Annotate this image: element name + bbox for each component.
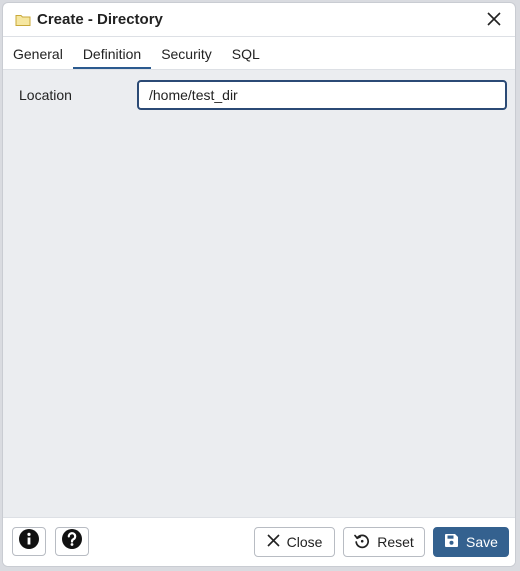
help-button[interactable]: [55, 527, 89, 556]
location-input[interactable]: [137, 80, 507, 110]
tab-general[interactable]: General: [3, 39, 73, 69]
definition-panel: Location: [3, 70, 515, 518]
create-directory-dialog: Create - Directory General Definition Se…: [2, 2, 516, 567]
dialog-titlebar: Create - Directory: [3, 3, 515, 37]
tab-sql[interactable]: SQL: [222, 39, 270, 69]
close-button-label: Close: [286, 534, 323, 550]
save-icon: [444, 533, 459, 551]
save-button-label: Save: [466, 534, 498, 550]
close-icon[interactable]: [485, 10, 503, 28]
folder-icon: [15, 13, 31, 27]
reset-button[interactable]: Reset: [343, 527, 425, 557]
help-icon: [61, 528, 83, 555]
dialog-footer: Close Reset Save: [3, 517, 515, 566]
location-label: Location: [19, 87, 72, 103]
tab-definition[interactable]: Definition: [72, 39, 152, 69]
save-button[interactable]: Save: [433, 527, 509, 557]
close-button[interactable]: Close: [254, 527, 335, 557]
tab-bar: General Definition Security SQL: [3, 37, 515, 70]
close-button-icon: [267, 534, 280, 550]
reset-icon: [354, 533, 370, 552]
dialog-title: Create - Directory: [37, 11, 163, 28]
tab-security[interactable]: Security: [151, 39, 222, 69]
info-button[interactable]: [12, 527, 46, 556]
info-icon: [18, 528, 40, 555]
reset-button-label: Reset: [377, 534, 414, 550]
location-row: Location: [3, 80, 515, 110]
